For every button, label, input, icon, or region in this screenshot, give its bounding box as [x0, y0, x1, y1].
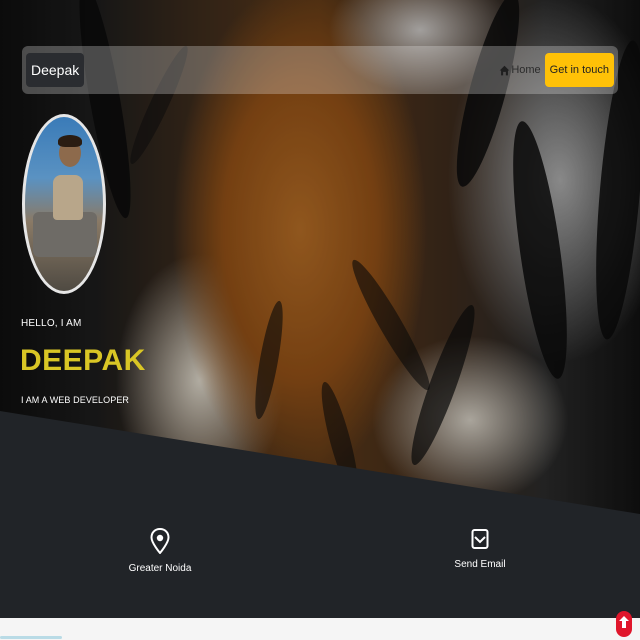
scroll-to-top-button[interactable] — [616, 611, 632, 637]
location-pin-icon — [150, 527, 170, 557]
profile-photo — [22, 114, 106, 294]
footer-strip — [0, 618, 640, 640]
hero-name: DEEPAK — [20, 344, 146, 377]
footer-accent-line — [0, 636, 62, 639]
email-contact[interactable]: Send Email — [420, 528, 540, 570]
email-label: Send Email — [454, 559, 506, 570]
location-contact[interactable]: Greater Noida — [100, 527, 220, 574]
envelope-icon — [471, 528, 489, 553]
contact-row: Greater Noida Send Email — [0, 527, 640, 588]
get-in-touch-button[interactable]: Get in touch — [544, 53, 614, 87]
nav-home-label: Home — [511, 64, 541, 76]
arrow-up-icon — [618, 614, 630, 635]
home-icon — [499, 65, 510, 76]
hero-tagline: I AM A WEB DEVELOPER — [21, 395, 130, 405]
brand-logo[interactable]: Deepak — [26, 53, 85, 87]
location-label: Greater Noida — [128, 563, 192, 574]
navbar: Deepak Home Get in touch — [22, 46, 618, 94]
nav-links: Home Get in touch — [499, 53, 614, 87]
greeting-text: HELLO, I AM — [21, 318, 82, 329]
nav-home-link[interactable]: Home — [499, 64, 541, 76]
